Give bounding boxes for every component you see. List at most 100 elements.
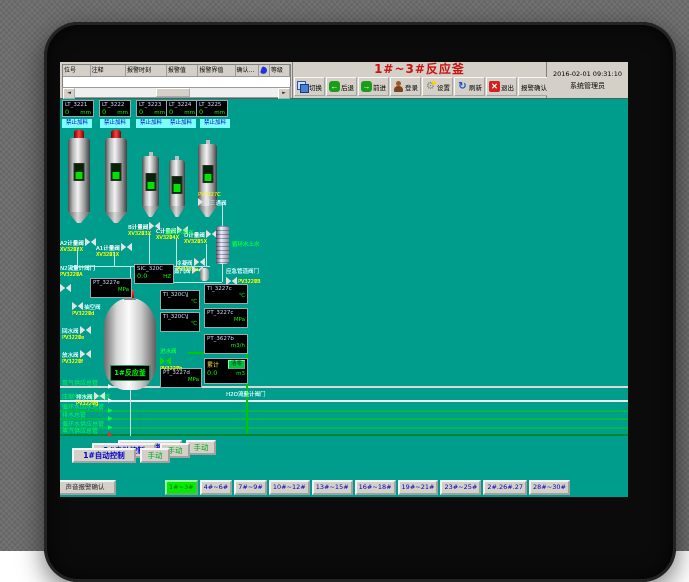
- valve-label: 回水阀: [62, 327, 79, 335]
- user-icon: [393, 81, 404, 92]
- forward-icon: [361, 81, 372, 92]
- page-button-1-3[interactable]: 1#~3#: [165, 480, 198, 495]
- pressure-display: PT_3227eMPa: [90, 278, 132, 298]
- valve-tag: PV3227d: [72, 311, 101, 317]
- refresh-button[interactable]: 刷新: [454, 77, 485, 96]
- temperature-display: TI_3227c℃: [204, 284, 248, 304]
- metering-tank: [105, 130, 127, 223]
- valve-label: 放水阀: [62, 351, 79, 359]
- button-label: 登录: [405, 82, 418, 92]
- col-level: 等级: [270, 65, 290, 76]
- inlet-water-valve[interactable]: 进水阀 PV3227b: [160, 338, 182, 372]
- switch-button[interactable]: 切换: [294, 77, 325, 96]
- valve-label: 应急管道阀门: [226, 269, 259, 275]
- unit: mm: [184, 109, 195, 117]
- login-button[interactable]: 登录: [390, 77, 421, 96]
- level-display: LT_32250mm: [196, 100, 228, 117]
- valve-tag: XV3221X: [96, 252, 142, 258]
- agitator-speed-display: SIC_320C0.0HZ: [134, 264, 174, 284]
- valve-tag: PV3227e: [62, 335, 91, 341]
- auto-control-button[interactable]: 1#自动控制: [72, 448, 136, 463]
- ack-icon: [259, 65, 269, 76]
- gear-icon: [425, 81, 436, 92]
- metering-tank: [142, 152, 159, 217]
- button-label: 后退: [341, 82, 354, 92]
- valve-tag: PV3227g: [76, 401, 105, 407]
- unit: mm: [117, 109, 128, 117]
- alarm-table[interactable]: 位号 注释 报警时刻 报警值 报警界值 确认... 等级: [62, 64, 291, 88]
- page-button-13-15[interactable]: 13#~15#: [312, 480, 353, 495]
- valve-tag: PV3227b: [160, 366, 182, 372]
- level-display: LT_32210mm: [62, 100, 94, 117]
- page-button-26-27[interactable]: 2#.26#.27: [483, 480, 527, 495]
- unit: m3/h: [231, 342, 245, 350]
- flow-display: PT_3627bm3/h: [204, 334, 248, 354]
- page-button-7-9[interactable]: 7#~9#: [234, 480, 267, 495]
- close-icon: [489, 81, 500, 92]
- datetime-label: 2016-02-01 09:31:10: [547, 70, 628, 78]
- col-limit: 报警界值: [198, 65, 235, 76]
- settings-button[interactable]: 设置: [422, 77, 453, 96]
- valve-label: A2计量阀: [60, 239, 84, 247]
- button-label: 前进: [373, 82, 386, 92]
- page-button-16-18[interactable]: 16#~18#: [355, 480, 396, 495]
- unit: HZ: [163, 273, 171, 281]
- vacuum-valve[interactable]: 抽空阀PV3227d: [72, 302, 101, 317]
- page-title: 1#~3#反应釜: [293, 62, 546, 76]
- feed-status-label: 禁止加料: [166, 119, 196, 128]
- sound-alarm-ack-button[interactable]: 声音报警确认: [60, 480, 116, 495]
- steam-valve[interactable]: 蒸汽阀: [174, 266, 203, 275]
- valve-tag: PV3227f: [62, 359, 91, 365]
- manual-mode-button[interactable]: 手动: [140, 448, 170, 463]
- totalizer-label: 累计: [207, 360, 219, 369]
- back-button[interactable]: 后退: [326, 77, 357, 96]
- waste-water-valve[interactable]: 排水阀PV3227g: [76, 392, 105, 407]
- page-button-4-6[interactable]: 4#~6#: [200, 480, 233, 495]
- metering-valve[interactable]: A1计量阀XV3221X: [96, 243, 142, 258]
- toolbar-buttons: 切换 后退 前进 登录 设置 刷新 退出 报警确认: [294, 77, 550, 96]
- alarm-ack-button[interactable]: 报警确认: [518, 77, 550, 96]
- valve-label: A1计量阀: [96, 244, 120, 252]
- page-button-19-21[interactable]: 19#~21#: [398, 480, 439, 495]
- page-button-10-12[interactable]: 10#~12#: [269, 480, 310, 495]
- tank-cap: [74, 130, 84, 138]
- exit-button[interactable]: 退出: [486, 77, 517, 96]
- level-display: LT_32230mm: [136, 100, 168, 117]
- unit: mm: [154, 109, 165, 117]
- value: 0: [65, 108, 69, 116]
- back-icon: [329, 81, 340, 92]
- temperature-display: TI_320C\J℃: [160, 290, 200, 310]
- level-display: LT_32220mm: [99, 100, 131, 117]
- valve-label: 排水阀: [76, 393, 93, 401]
- drain-valve[interactable]: 放水阀PV3227f: [62, 350, 91, 365]
- page-button-23-25[interactable]: 23#~25#: [440, 480, 481, 495]
- value: 0: [102, 108, 106, 116]
- alarm-list[interactable]: [63, 77, 290, 87]
- forward-button[interactable]: 前进: [358, 77, 389, 96]
- value: 0.0: [137, 272, 147, 280]
- valve-icon: [198, 198, 209, 207]
- valve-label: 三通阀: [210, 199, 227, 207]
- alarm-scrollbar[interactable]: [62, 87, 291, 98]
- process-area: 氮气供应总管 压缩空气供应总管 循环水回水总管 排水总管 循环水供应总管 蒸汽供…: [60, 98, 628, 478]
- valve-label: 进水阀: [160, 349, 177, 355]
- return-water-valve[interactable]: 回水阀PV3227e: [62, 326, 91, 341]
- pressure-display: PT_3227cMPa: [204, 308, 248, 328]
- valve-icon: [121, 243, 132, 252]
- unit: ℃: [191, 298, 197, 306]
- tank-funnel: [198, 206, 217, 217]
- level-indicator: [74, 163, 85, 181]
- value: 0: [169, 108, 173, 116]
- col-ack: 确认...: [236, 65, 260, 76]
- reactor-name: 1#反应釜: [110, 365, 150, 381]
- emergency-pipe-valve[interactable]: 应急管道阀门PV3227B: [226, 258, 266, 286]
- metering-tank: [68, 130, 90, 223]
- alarm-table-header: 位号 注释 报警时刻 报警值 报警界值 确认... 等级: [63, 65, 290, 77]
- scrollbar-thumb[interactable]: [156, 88, 190, 97]
- valve-icon: [94, 392, 105, 401]
- page-button-28-30[interactable]: 28#~30#: [529, 480, 570, 495]
- three-way-valve[interactable]: PV3227C三通阀: [198, 192, 227, 207]
- valve-icon: [80, 350, 91, 359]
- reset-button[interactable]: 清零: [228, 360, 245, 369]
- scrollbar-track[interactable]: [75, 88, 278, 97]
